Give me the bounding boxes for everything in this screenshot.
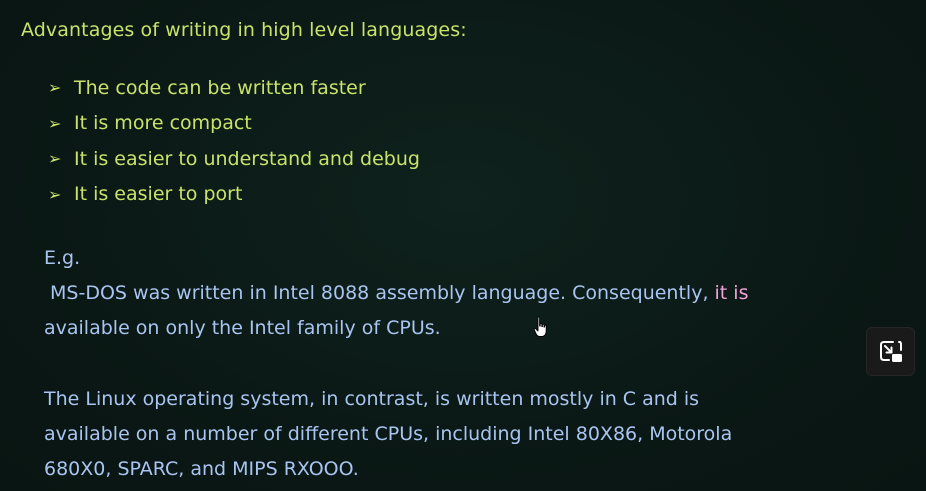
hand-pointer-icon <box>533 316 547 337</box>
list-item-text: It is easier to port <box>74 183 243 206</box>
list-item-text: The code can be written faster <box>74 76 366 99</box>
arrow-bullet-icon: ➢ <box>48 184 62 204</box>
msdos-paragraph: MS-DOS was written in Intel 8088 assembl… <box>44 276 748 346</box>
msdos-line-1-text: MS-DOS was written in Intel 8088 assembl… <box>44 282 715 304</box>
msdos-highlight-text: it is <box>714 282 749 304</box>
list-item: ➢ It is more compact <box>48 106 420 142</box>
linux-paragraph: The Linux operating system, in contrast,… <box>44 382 732 487</box>
linux-line-2: available on a number of different CPUs,… <box>44 423 733 445</box>
arrow-bullet-icon: ➢ <box>48 149 62 169</box>
list-item-text: It is easier to understand and debug <box>74 147 420 170</box>
advantages-list: ➢ The code can be written faster ➢ It is… <box>48 70 420 212</box>
list-item-text: It is more compact <box>74 112 252 135</box>
arrow-bullet-icon: ➢ <box>48 78 62 98</box>
list-item: ➢ The code can be written faster <box>48 70 420 106</box>
msdos-line-2: available on only the Intel family of CP… <box>44 317 441 339</box>
msdos-line-1: MS-DOS was written in Intel 8088 assembl… <box>44 276 748 311</box>
linux-line-3: 680X0, SPARC, and MIPS RXOOO. <box>44 458 359 480</box>
list-item: ➢ It is easier to understand and debug <box>48 141 420 177</box>
lecture-slide: Advantages of writing in high level lang… <box>0 0 926 491</box>
arrow-bullet-icon: ➢ <box>48 113 62 133</box>
linux-line-1: The Linux operating system, in contrast,… <box>44 388 700 410</box>
example-label: E.g. <box>44 247 81 269</box>
exit-pip-button[interactable] <box>866 327 915 376</box>
list-item: ➢ It is easier to port <box>48 177 420 213</box>
exit-picture-in-picture-icon <box>879 340 902 362</box>
slide-heading: Advantages of writing in high level lang… <box>21 19 467 41</box>
